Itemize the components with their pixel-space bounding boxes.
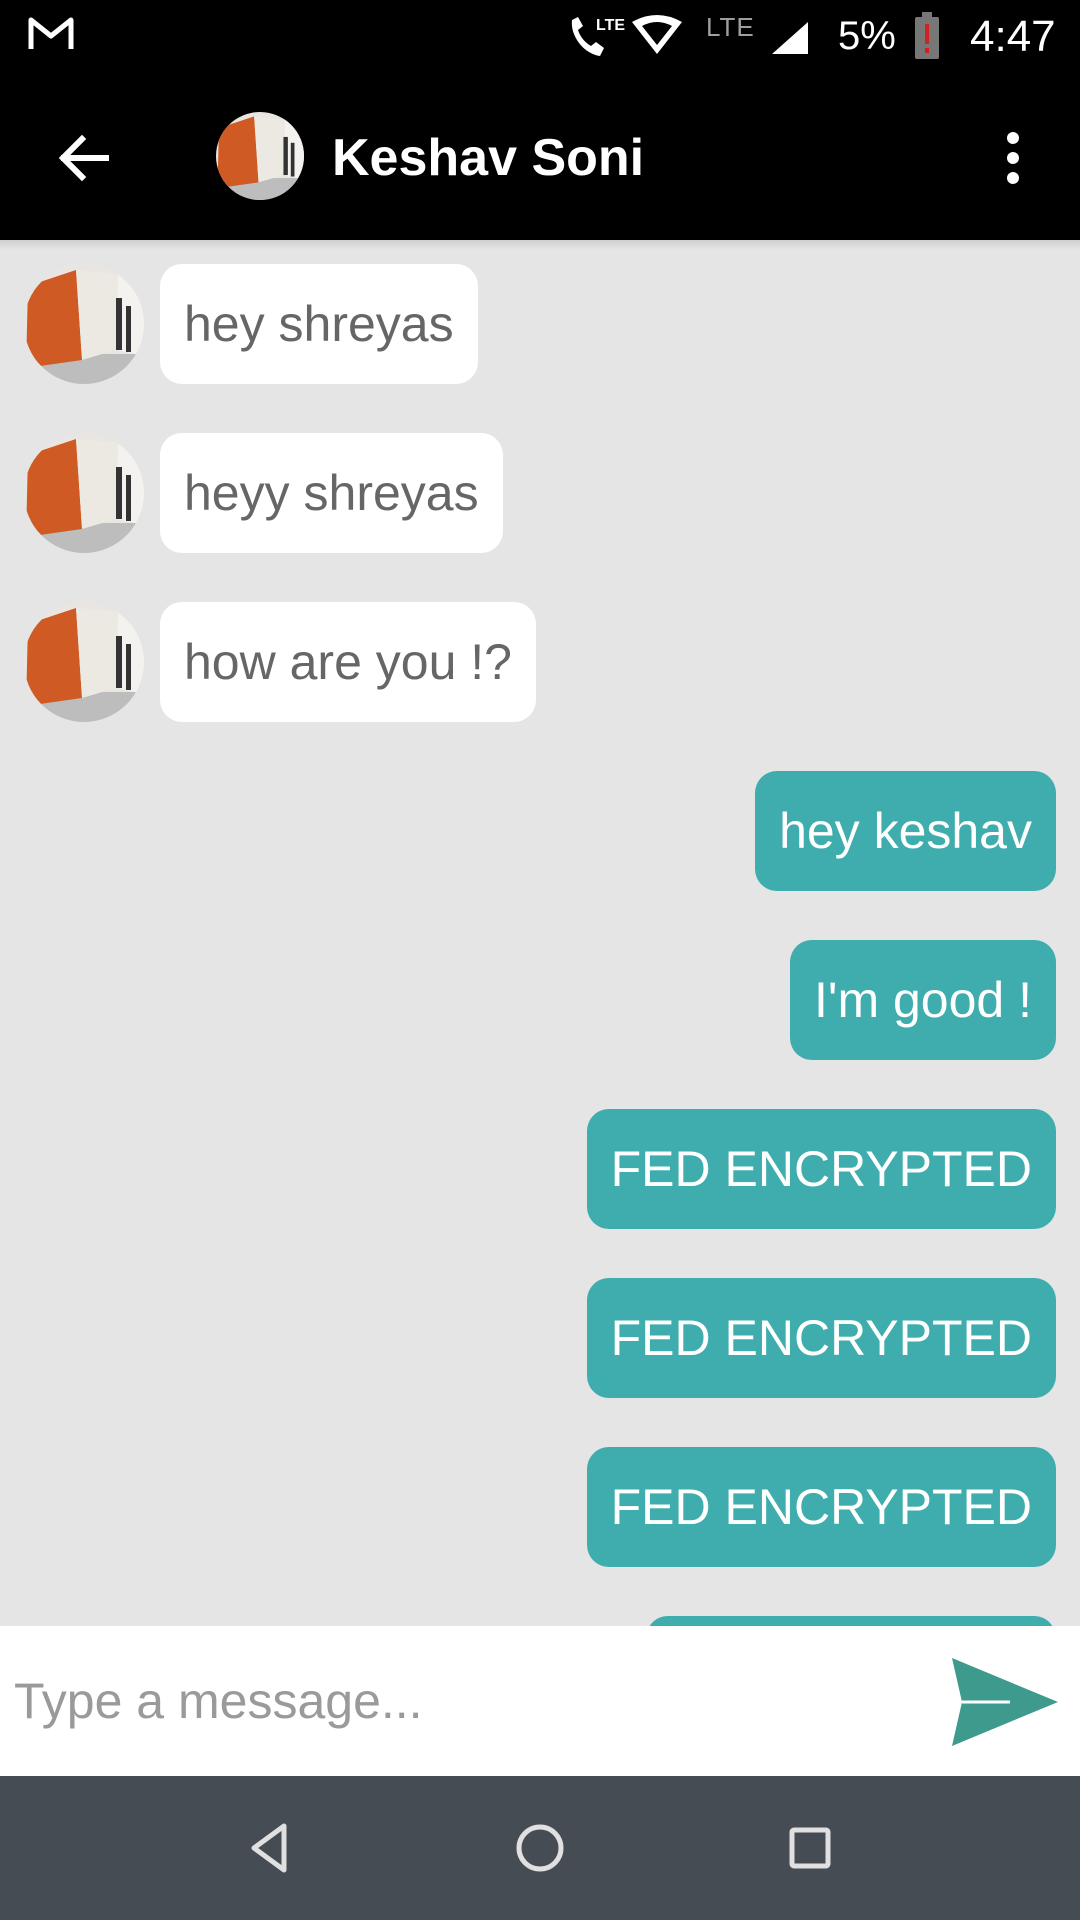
secondary-network-label: LTE [706, 12, 755, 42]
outgoing-message-bubble[interactable]: hey keshav [755, 771, 1056, 891]
message-input[interactable] [0, 1626, 958, 1776]
recents-square-icon[interactable] [780, 1818, 840, 1878]
contact-name[interactable]: Keshav Soni [332, 128, 644, 188]
message-list[interactable]: hey shreyas heyy shreyas how are you !? … [0, 240, 1080, 1626]
sender-avatar[interactable] [24, 602, 144, 722]
signal-icon [772, 22, 808, 54]
header-shadow [0, 240, 1080, 250]
more-vert-icon[interactable] [998, 128, 1028, 188]
sender-avatar[interactable] [24, 264, 144, 384]
contact-avatar[interactable] [216, 112, 304, 200]
incoming-message-bubble[interactable]: how are you !? [160, 602, 536, 722]
system-nav-bar [0, 1776, 1080, 1920]
lte-call-icon: LTE [571, 17, 625, 56]
message-composer [0, 1626, 1080, 1776]
send-icon[interactable] [950, 1656, 1060, 1748]
incoming-message-bubble[interactable]: heyy shreyas [160, 433, 503, 553]
wifi-icon [632, 15, 682, 54]
battery-alert-icon [915, 12, 939, 59]
outgoing-message-bubble[interactable]: FED ENCRYPTED [586, 1447, 1056, 1567]
outgoing-message-bubble[interactable]: FED ENCRYPTED [586, 1109, 1056, 1229]
home-circle-icon[interactable] [510, 1818, 570, 1878]
back-arrow-icon[interactable] [54, 128, 114, 188]
gmail-icon [28, 17, 74, 49]
outgoing-message-bubble-partial[interactable] [646, 1616, 1056, 1626]
sender-avatar[interactable] [24, 433, 144, 553]
chat-header: Keshav Soni [0, 72, 1080, 240]
battery-percent: 5% [838, 14, 896, 58]
outgoing-message-bubble[interactable]: FED ENCRYPTED [586, 1278, 1056, 1398]
lte-label: LTE [596, 17, 625, 34]
incoming-message-bubble[interactable]: hey shreyas [160, 264, 478, 384]
back-triangle-icon[interactable] [240, 1818, 300, 1878]
outgoing-message-bubble[interactable]: I'm good ! [790, 940, 1056, 1060]
status-bar: LTE LTE 5% 4:47 [0, 0, 1080, 72]
status-clock: 4:47 [970, 12, 1056, 61]
